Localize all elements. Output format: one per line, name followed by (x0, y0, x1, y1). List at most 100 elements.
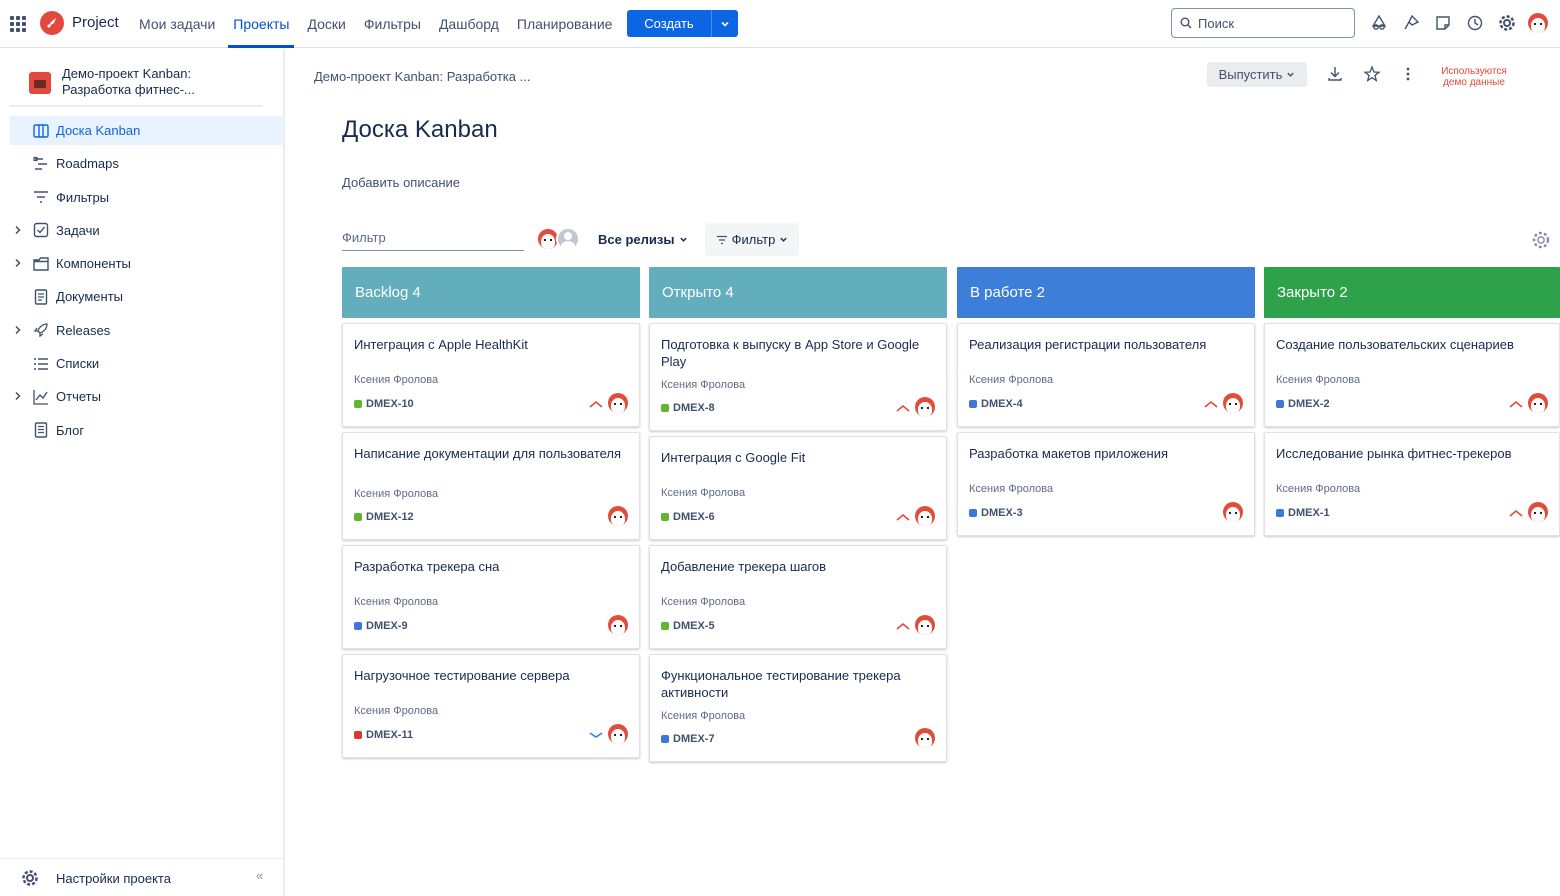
issue-type-icon (354, 731, 362, 739)
assignee-avatar[interactable] (1528, 502, 1548, 522)
assignee-avatar[interactable] (608, 615, 628, 635)
assignee-avatar[interactable] (1223, 393, 1243, 413)
chevron-right-icon[interactable] (12, 257, 24, 269)
column-header[interactable]: Открыто 4 (649, 267, 947, 318)
issue-key[interactable]: DMEX-9 (354, 620, 408, 632)
issue-card[interactable]: Добавление трекера шагов Ксения Фролова DM… (649, 545, 947, 649)
project-sidebar: Демо-проект Kanban: Разработка фитнес-..… (0, 49, 285, 896)
board-filter-field[interactable] (342, 226, 524, 251)
nav-item-1[interactable]: Проекты (224, 0, 298, 48)
sidebar-item-0[interactable]: Доска Kanban (10, 116, 284, 145)
assignee-avatar[interactable] (608, 724, 628, 744)
chevron-right-icon[interactable] (12, 224, 24, 236)
column-header[interactable]: В работе 2 (957, 267, 1255, 318)
demo-data-note[interactable]: Используются демо данные (1428, 66, 1520, 88)
issue-card[interactable]: Исследование рынка фитнес-трекеров Ксения… (1264, 432, 1560, 536)
issue-key-label: DMEX-4 (981, 398, 1023, 410)
issue-key[interactable]: DMEX-12 (354, 511, 414, 523)
sidebar-item-7[interactable]: Списки (10, 349, 284, 378)
sidebar-item-4[interactable]: Компоненты (10, 249, 284, 278)
history-icon[interactable] (1464, 12, 1486, 34)
issue-type-icon (969, 509, 977, 517)
sidebar-item-1[interactable]: Roadmaps (10, 149, 284, 178)
nav-item-2[interactable]: Доски (298, 0, 354, 48)
chevron-right-icon[interactable] (12, 324, 24, 336)
nav-item-3[interactable]: Фильтры (355, 0, 430, 48)
app-logo-icon[interactable] (40, 11, 64, 35)
notifications-icon[interactable] (1368, 12, 1390, 34)
issue-title: Разработка трекера сна (354, 559, 500, 574)
issue-card[interactable]: Реализация регистрации пользователя Ксени… (957, 323, 1255, 427)
assignee-avatar[interactable] (915, 728, 935, 748)
rocket-icon (32, 321, 50, 339)
issue-card[interactable]: Интеграция с Google Fit Ксения Фролова DME… (649, 436, 947, 540)
chevron-down-icon (680, 237, 688, 242)
app-switcher-icon[interactable] (10, 16, 26, 32)
star-icon[interactable] (1362, 64, 1382, 84)
release-button[interactable]: Выпустить (1207, 62, 1307, 87)
board-settings-icon[interactable] (1531, 230, 1551, 253)
breadcrumb[interactable]: Демо-проект Kanban: Разработка ... (314, 69, 530, 84)
project-settings-label: Настройки проекта (56, 871, 171, 886)
column-header[interactable]: Backlog 4 (342, 267, 640, 318)
assignee-avatar[interactable] (608, 506, 628, 526)
issue-card[interactable]: Написание документации для пользователя К… (342, 432, 640, 540)
project-header[interactable]: Демо-проект Kanban: Разработка фитнес-..… (10, 59, 262, 107)
board-filter-input[interactable] (342, 230, 522, 245)
issue-assignee: Ксения Фролова (661, 710, 746, 722)
sidebar-item-5[interactable]: Документы (10, 282, 284, 311)
add-description-link[interactable]: Добавить описание (342, 175, 460, 190)
sidebar-item-6[interactable]: Releases (10, 316, 284, 345)
assignee-avatar[interactable] (915, 506, 935, 526)
assignee-avatar[interactable] (1223, 502, 1243, 522)
assignee-avatar[interactable] (915, 397, 935, 417)
issue-key[interactable]: DMEX-7 (661, 733, 715, 745)
issue-key[interactable]: DMEX-10 (354, 398, 414, 410)
more-options-icon[interactable] (1398, 64, 1418, 84)
project-settings-link[interactable]: Настройки проекта « (0, 858, 283, 896)
download-icon[interactable] (1325, 64, 1345, 84)
create-dropdown-button[interactable] (711, 10, 738, 37)
sidebar-item-8[interactable]: Отчеты (10, 382, 284, 411)
note-icon[interactable] (1432, 12, 1454, 34)
assignee-avatar[interactable] (608, 393, 628, 413)
issue-type-icon (1276, 509, 1284, 517)
issue-card[interactable]: Функциональное тестирование трекера акти… (649, 654, 947, 762)
create-button[interactable]: Создать (627, 10, 711, 37)
issue-key[interactable]: DMEX-5 (661, 620, 715, 632)
issue-key[interactable]: DMEX-2 (1276, 398, 1330, 410)
issue-card[interactable]: Разработка макетов приложения Ксения Фрол… (957, 432, 1255, 536)
nav-item-5[interactable]: Планирование (508, 0, 622, 48)
issue-card[interactable]: Интеграция с Apple HealthKit Ксения Фроло… (342, 323, 640, 427)
column-header[interactable]: Закрыто 2 (1264, 267, 1560, 318)
assignee-avatar[interactable] (1528, 393, 1548, 413)
user-avatar[interactable] (1528, 13, 1548, 33)
filter-dropdown[interactable]: Фильтр (705, 223, 799, 256)
issue-key[interactable]: DMEX-8 (661, 402, 715, 414)
issue-key[interactable]: DMEX-3 (969, 507, 1023, 519)
issue-card[interactable]: Нагрузочное тестирование сервера Ксения Ф… (342, 654, 640, 758)
issue-key[interactable]: DMEX-1 (1276, 507, 1330, 519)
sidebar-item-9[interactable]: Блог (10, 416, 284, 445)
chevron-right-icon[interactable] (12, 390, 24, 402)
nav-item-0[interactable]: Мои задачи (130, 0, 224, 48)
unassigned-filter-avatar[interactable] (556, 227, 580, 251)
pin-icon[interactable] (1400, 12, 1422, 34)
collapse-sidebar-icon[interactable]: « (256, 868, 263, 883)
search-input[interactable] (1198, 15, 1338, 31)
sidebar-item-2[interactable]: Фильтры (10, 183, 284, 212)
issue-card[interactable]: Подготовка к выпуску в App Store и Googl… (649, 323, 947, 431)
settings-gear-icon[interactable] (1496, 12, 1518, 34)
search-box[interactable] (1171, 8, 1355, 38)
issue-card[interactable]: Разработка трекера сна Ксения Фролова DMEX… (342, 545, 640, 649)
releases-dropdown[interactable]: Все релизы (598, 232, 688, 247)
issue-card[interactable]: Создание пользовательских сценариев Ксени… (1264, 323, 1560, 427)
sidebar-item-3[interactable]: Задачи (10, 216, 284, 245)
assignee-avatar[interactable] (915, 615, 935, 635)
app-title[interactable]: Project (72, 14, 119, 31)
issue-key[interactable]: DMEX-4 (969, 398, 1023, 410)
issue-key[interactable]: DMEX-6 (661, 511, 715, 523)
issue-key[interactable]: DMEX-11 (354, 729, 413, 741)
filter-dropdown-label: Фильтр (731, 232, 776, 247)
nav-item-4[interactable]: Дашборд (430, 0, 508, 48)
